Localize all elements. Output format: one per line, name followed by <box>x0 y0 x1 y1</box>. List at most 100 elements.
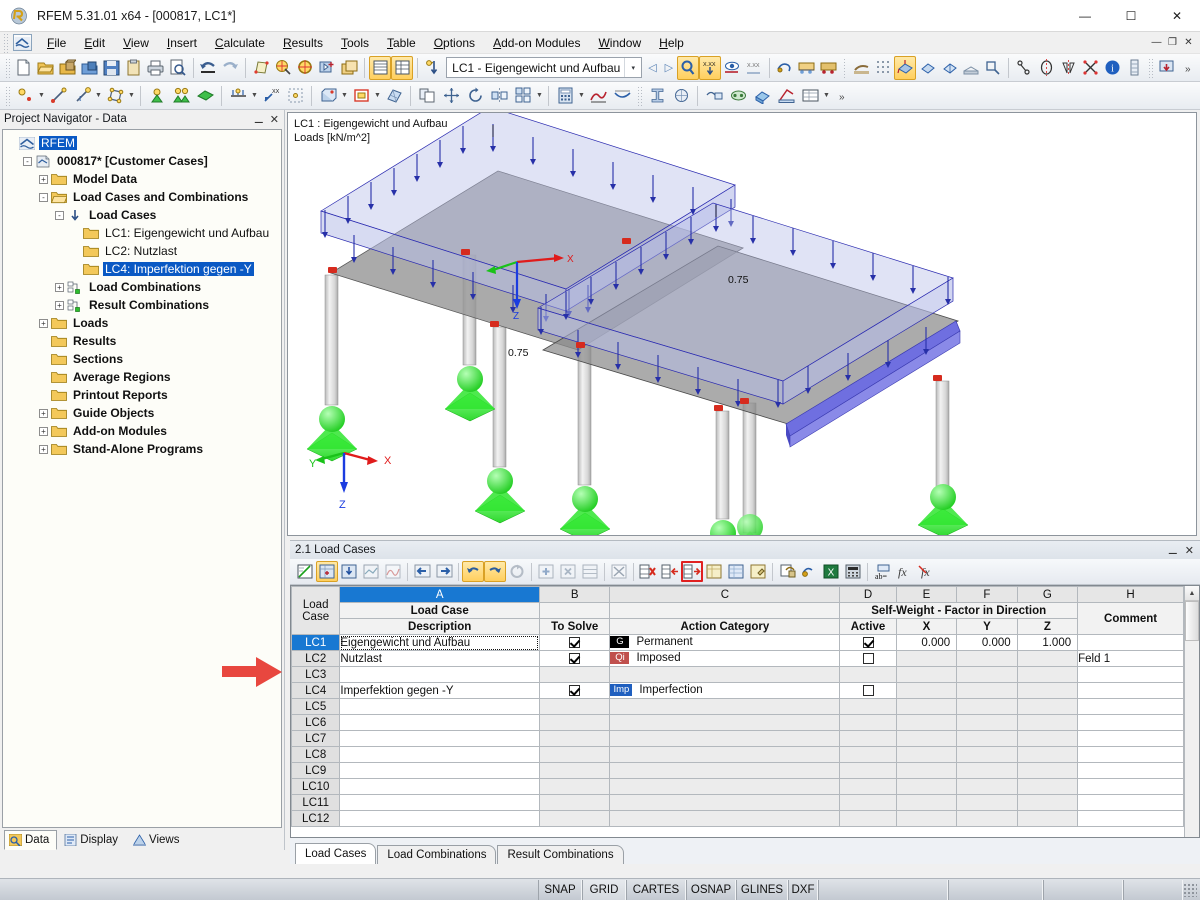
cell-description[interactable] <box>339 730 540 747</box>
cell-factor-x[interactable] <box>895 762 958 779</box>
solid-group-icon[interactable] <box>750 84 774 108</box>
cell-factor-z[interactable] <box>1016 650 1079 667</box>
expand-icon[interactable]: + <box>55 300 64 310</box>
cell-comment[interactable]: Feld 1 <box>1077 650 1184 667</box>
new-member-dropdown-icon[interactable]: ▼ <box>94 85 103 107</box>
self-weight-active-checkbox[interactable] <box>862 636 874 648</box>
table-row[interactable]: LC1 Eigengewicht und Aufbau G Permanent 0.00… <box>291 634 1184 651</box>
menu-item-insert[interactable]: Insert <box>158 33 206 53</box>
cell-comment[interactable] <box>1077 810 1184 827</box>
visibility-icon[interactable] <box>702 84 726 108</box>
tree-item-lc2-nutzlast[interactable]: LC2: Nutzlast <box>7 242 279 260</box>
rotate-icon[interactable] <box>1035 56 1057 80</box>
table-view-dropdown-icon[interactable]: ▼ <box>822 85 831 107</box>
deformation-icon[interactable] <box>610 84 634 108</box>
menu-item-results[interactable]: Results <box>274 33 332 53</box>
navigator-tab-views[interactable]: Views <box>128 830 187 850</box>
column-letter-B[interactable]: B <box>538 586 611 603</box>
cell-factor-z[interactable] <box>1016 810 1079 827</box>
mirror-object-icon[interactable] <box>487 84 511 108</box>
table-refresh-icon[interactable] <box>506 561 528 582</box>
maximize-button[interactable]: ☐ <box>1108 0 1154 32</box>
select-by-window-icon[interactable] <box>272 56 294 80</box>
cell-factor-x[interactable] <box>895 666 958 683</box>
cell-factor-x[interactable] <box>895 730 958 747</box>
close-icon[interactable]: ✕ <box>1185 544 1194 557</box>
cell-to-solve[interactable] <box>538 778 611 795</box>
group-icon[interactable] <box>726 84 750 108</box>
new-window-icon[interactable] <box>338 56 360 80</box>
cell-factor-z[interactable] <box>1016 762 1079 779</box>
material-icon[interactable] <box>1123 56 1145 80</box>
pin-icon[interactable]: ⚊ <box>1168 544 1178 557</box>
collapse-icon[interactable]: - <box>39 192 48 202</box>
table-row[interactable]: LC5 <box>291 698 1184 715</box>
surface-support-icon[interactable] <box>193 84 217 108</box>
table-clear-formula-icon[interactable]: fx <box>915 561 937 582</box>
table-calculator-icon[interactable] <box>842 561 864 582</box>
tree-item-load-cases-and-combinations[interactable]: - Load Cases and Combinations <box>7 188 279 206</box>
cell-self-weight-active[interactable] <box>839 714 897 731</box>
expand-icon[interactable]: + <box>39 408 48 418</box>
cell-action-category[interactable] <box>609 730 841 747</box>
scroll-thumb[interactable] <box>1185 601 1199 641</box>
calculate-dropdown-icon[interactable]: ▼ <box>577 85 586 107</box>
cell-action-category[interactable]: G Permanent <box>609 634 841 651</box>
table-grid-icon[interactable] <box>391 55 414 80</box>
show-table-icon[interactable] <box>369 55 392 80</box>
surface-load-icon[interactable]: XX <box>259 84 283 108</box>
menu-item-help[interactable]: Help <box>650 33 693 53</box>
solid-dropdown-icon[interactable]: ▼ <box>340 85 349 107</box>
table-undo-icon[interactable] <box>462 561 484 582</box>
menu-item-edit[interactable]: Edit <box>75 33 114 53</box>
new-line-icon[interactable] <box>46 84 70 108</box>
menu-item-view[interactable]: View <box>114 33 158 53</box>
new-node-icon[interactable] <box>13 84 37 108</box>
undo-icon[interactable] <box>197 56 219 80</box>
support-display2-icon[interactable] <box>818 56 840 80</box>
solid-object-icon[interactable] <box>316 84 340 108</box>
cell-self-weight-active[interactable] <box>839 666 897 683</box>
cell-description[interactable]: Nutzlast <box>339 650 540 667</box>
table-row[interactable]: LC11 <box>291 794 1184 811</box>
cell-factor-z[interactable] <box>1016 794 1079 811</box>
table-rename-icon[interactable]: ab= <box>871 561 893 582</box>
cell-factor-x[interactable] <box>895 778 958 795</box>
cell-factor-x[interactable] <box>895 650 958 667</box>
table-excel-icon[interactable]: X <box>820 561 842 582</box>
table-row[interactable]: LC10 <box>291 778 1184 795</box>
clipboard-icon[interactable] <box>123 56 145 80</box>
cell-description[interactable] <box>339 794 540 811</box>
cell-description[interactable] <box>339 762 540 779</box>
cell-self-weight-active[interactable] <box>839 682 897 699</box>
zoom-target-icon[interactable] <box>294 56 316 80</box>
menu-item-add-on-modules[interactable]: Add-on Modules <box>484 33 589 53</box>
cell-self-weight-active[interactable] <box>839 810 897 827</box>
section-props-icon[interactable] <box>669 84 693 108</box>
cell-action-category[interactable] <box>609 762 841 779</box>
tree-item-results[interactable]: Results <box>7 332 279 350</box>
cell-factor-y[interactable] <box>956 698 1018 715</box>
column-letter-rowhdr[interactable]: Load Case <box>291 586 341 635</box>
cell-self-weight-active[interactable] <box>839 650 897 667</box>
status-toggle-glines[interactable]: GLINES <box>736 879 788 900</box>
cell-factor-z[interactable] <box>1016 730 1079 747</box>
tree-item-model-data[interactable]: + Model Data <box>7 170 279 188</box>
row-header-lc1[interactable]: LC1 <box>291 634 341 651</box>
cell-comment[interactable] <box>1077 746 1184 763</box>
array-object-icon[interactable] <box>511 84 535 108</box>
table-graph-icon[interactable] <box>382 561 404 582</box>
cell-comment[interactable] <box>1077 698 1184 715</box>
table-edit-icon[interactable] <box>316 561 338 582</box>
column-letter-G[interactable]: G <box>1016 586 1079 603</box>
cell-self-weight-active[interactable] <box>839 778 897 795</box>
status-toggle-osnap[interactable]: OSNAP <box>686 879 736 900</box>
tree-item-printout-reports[interactable]: Printout Reports <box>7 386 279 404</box>
clip-plane-icon[interactable] <box>774 84 798 108</box>
mesh-icon[interactable] <box>382 84 406 108</box>
wireframe-icon[interactable] <box>872 56 894 80</box>
table-move-right-icon[interactable] <box>681 561 703 582</box>
column-letter-E[interactable]: E <box>895 586 958 603</box>
sheet-tab-result-combinations[interactable]: Result Combinations <box>497 845 624 864</box>
expand-icon[interactable]: + <box>39 318 48 328</box>
